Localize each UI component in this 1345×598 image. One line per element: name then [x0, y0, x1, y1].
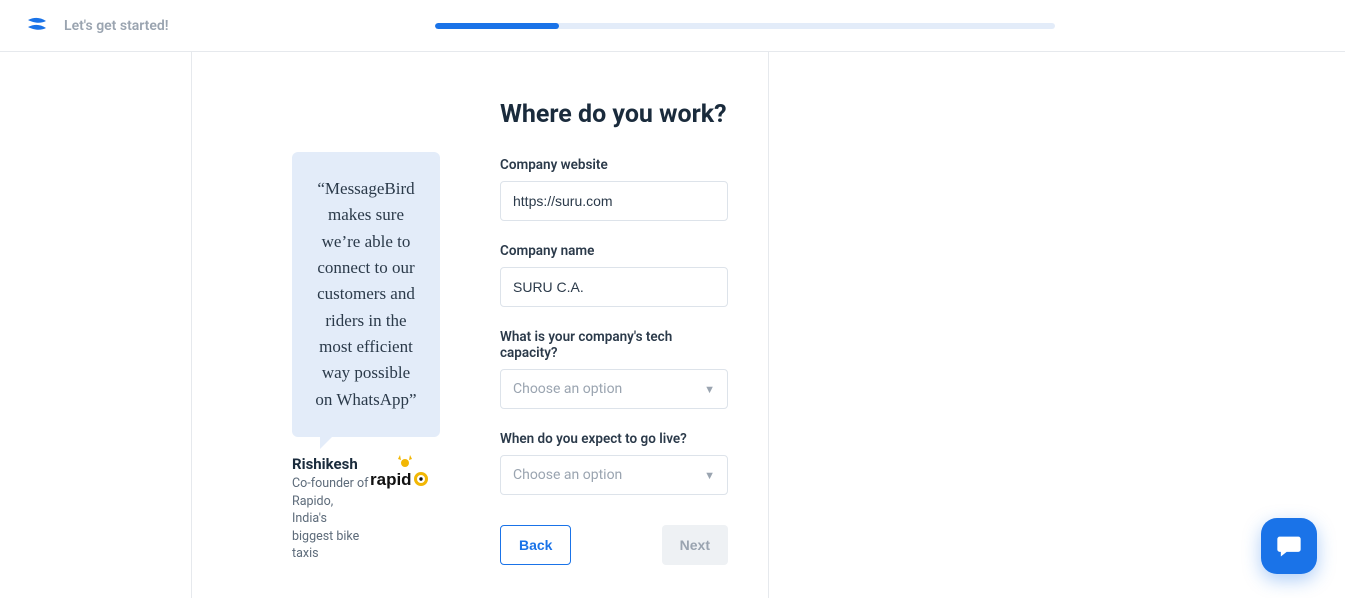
company-website-input[interactable] — [500, 181, 728, 221]
chevron-down-icon: ▼ — [704, 469, 715, 482]
form-actions: Back Next — [500, 525, 728, 565]
right-spacer — [769, 52, 1345, 598]
chevron-down-icon: ▼ — [704, 383, 715, 396]
chat-icon — [1275, 532, 1303, 560]
attribution-name: Rishikesh — [292, 455, 370, 473]
tech-capacity-select[interactable]: Choose an option ▼ — [500, 369, 728, 409]
testimonial-quote: “MessageBird makes sure we’re able to co… — [292, 152, 440, 437]
form-column: Where do you work? Company website Compa… — [480, 52, 768, 598]
company-name-label: Company name — [500, 243, 728, 259]
progress-fill — [435, 23, 559, 29]
svg-text:rapid: rapid — [370, 470, 412, 489]
testimonial-column: “MessageBird makes sure we’re able to co… — [192, 52, 480, 598]
go-live-placeholder: Choose an option — [513, 467, 622, 483]
next-button[interactable]: Next — [662, 525, 728, 565]
back-button[interactable]: Back — [500, 525, 571, 565]
header: Let's get started! — [0, 0, 1345, 52]
field-company-name: Company name — [500, 243, 728, 307]
header-title: Let's get started! — [64, 18, 169, 34]
chat-fab[interactable] — [1261, 518, 1317, 574]
tech-capacity-placeholder: Choose an option — [513, 381, 622, 397]
company-website-label: Company website — [500, 157, 728, 173]
testimonial-brand-logo: rapid — [370, 455, 440, 489]
attribution: Rishikesh Co-founder of Rapido, India's … — [292, 455, 370, 563]
company-name-input[interactable] — [500, 267, 728, 307]
go-live-select[interactable]: Choose an option ▼ — [500, 455, 728, 495]
attribution-role-2: India's biggest bike taxis — [292, 510, 370, 563]
main: “MessageBird makes sure we’re able to co… — [0, 52, 1345, 598]
field-go-live: When do you expect to go live? Choose an… — [500, 431, 728, 495]
attribution-row: Rishikesh Co-founder of Rapido, India's … — [292, 455, 440, 563]
field-company-website: Company website — [500, 157, 728, 221]
left-spacer — [0, 52, 192, 598]
brand-logo-icon — [24, 14, 48, 38]
content: “MessageBird makes sure we’re able to co… — [192, 52, 769, 598]
go-live-label: When do you expect to go live? — [500, 431, 728, 447]
progress-bar — [435, 23, 1055, 29]
page-title: Where do you work? — [500, 100, 728, 129]
progress-bar-wrap — [169, 23, 1321, 29]
attribution-role-1: Co-founder of Rapido, — [292, 475, 370, 510]
field-tech-capacity: What is your company's tech capacity? Ch… — [500, 329, 728, 409]
tech-capacity-label: What is your company's tech capacity? — [500, 329, 728, 361]
